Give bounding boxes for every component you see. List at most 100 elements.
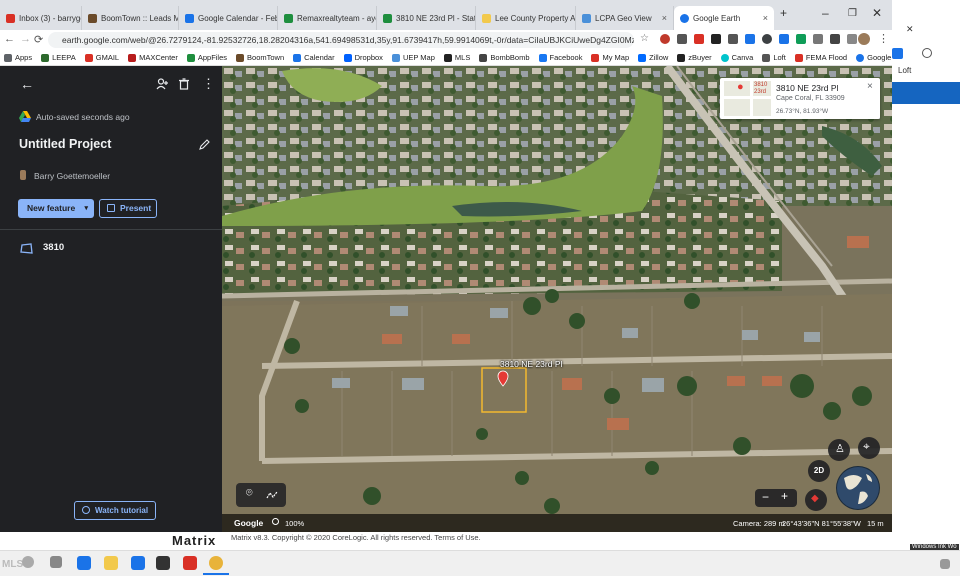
extension-icon[interactable] [728, 34, 738, 44]
play-icon [82, 506, 90, 514]
maximize-button[interactable]: ❐ [848, 8, 857, 19]
bookmark-my-map[interactable]: My Map [591, 53, 629, 62]
background-window: ✕ Loft [892, 18, 960, 548]
feature-item-3810[interactable]: 3810 [0, 238, 222, 260]
add-placemark-icon[interactable]: ⌾ [246, 487, 253, 500]
tab-google-earth[interactable]: Google Earth × [674, 6, 774, 30]
bookmark-bombbomb[interactable]: BombBomb [479, 53, 530, 62]
placemark-label[interactable]: 3810 NE 23rd Pl [500, 359, 562, 369]
zoom-in-button[interactable]: + [781, 489, 788, 503]
compass-button[interactable]: ◆ [805, 489, 827, 511]
extension-icon[interactable] [830, 34, 840, 44]
edit-pencil-icon[interactable] [199, 139, 210, 150]
close-icon[interactable]: × [662, 13, 667, 23]
back-arrow-icon[interactable]: ← [20, 76, 34, 92]
watch-tutorial-button[interactable]: Watch tutorial [74, 501, 156, 520]
bookmark-uep-map[interactable]: UEP Map [391, 53, 435, 62]
forward-arrow-icon[interactable]: → [20, 33, 31, 45]
more-vert-icon[interactable]: ⋮ [878, 32, 889, 45]
bookmark-zillow[interactable]: Zillow [638, 53, 668, 62]
tab-stats[interactable]: 3810 NE 23rd Pl - Stats× [377, 6, 476, 30]
new-tab-button[interactable]: + [780, 6, 787, 20]
tab-boomtown[interactable]: BoomTown :: Leads Ma× [82, 6, 179, 30]
search-icon[interactable] [22, 556, 34, 568]
new-feature-button[interactable]: New feature ▾ [18, 199, 94, 218]
bookmark-fema[interactable]: FEMA Flood [794, 53, 847, 62]
tab-lee-county[interactable]: Lee County Property Ap× [476, 6, 576, 30]
tab-lcpa-geo[interactable]: LCPA Geo View × [576, 6, 674, 30]
reload-icon[interactable]: ⟳ [34, 33, 43, 46]
app-icon[interactable] [156, 556, 170, 570]
aerial-imagery [222, 66, 892, 532]
task-view-icon[interactable] [50, 556, 62, 568]
extension-icon[interactable] [762, 34, 772, 44]
file-explorer-icon[interactable] [104, 556, 118, 570]
extension-icon[interactable] [711, 34, 721, 44]
bookmark-google-earth[interactable]: Google Earth [856, 53, 892, 62]
close-icon[interactable]: × [867, 81, 873, 92]
store-icon[interactable] [131, 556, 145, 570]
bookmark-mls[interactable]: MLS [443, 53, 470, 62]
extension-icon[interactable] [660, 34, 670, 44]
bookmark-dropbox[interactable]: Dropbox [343, 53, 383, 62]
minimize-button[interactable]: – [822, 6, 829, 20]
bookmark-leepa[interactable]: LEEPA [41, 53, 76, 62]
google-drive-icon [19, 111, 31, 122]
tray-icon[interactable] [940, 559, 950, 569]
globe-minimap[interactable] [836, 466, 880, 510]
office-icon[interactable] [183, 556, 197, 570]
bookmark-appfiles[interactable]: AppFiles [186, 53, 227, 62]
map-icon [391, 53, 400, 62]
toggle-2d-button[interactable]: 2D [808, 460, 830, 482]
map-pin-icon: ● [737, 81, 744, 93]
tab-inbox[interactable]: Inbox (3) - barrygoettem× [0, 6, 82, 30]
street-view-pegman[interactable]: ♙ [828, 439, 850, 461]
place-coordinates: 26.73°N, 81.93°W [776, 108, 829, 115]
extension-icon[interactable] [694, 34, 704, 44]
trash-icon[interactable] [179, 78, 189, 90]
project-title[interactable]: Untitled Project [19, 137, 111, 151]
bookmark-boomtown[interactable]: BoomTown [236, 53, 284, 62]
close-window-button[interactable]: ✕ [872, 6, 882, 20]
close-icon[interactable]: ✕ [906, 24, 914, 35]
puzzle-icon[interactable] [847, 34, 857, 44]
tab-remax[interactable]: Remaxrealtyteam - ayc× [278, 6, 377, 30]
bookmark-apps[interactable]: Apps [4, 53, 32, 62]
present-button[interactable]: Present [99, 199, 157, 218]
back-arrow-icon[interactable]: ← [4, 33, 15, 45]
bookmark-calendar[interactable]: Calendar [293, 53, 335, 62]
chrome-icon[interactable] [209, 556, 223, 570]
bookmark-canva[interactable]: Canva [720, 53, 753, 62]
bookmark-facebook[interactable]: Facebook [538, 53, 582, 62]
edge-icon[interactable] [77, 556, 91, 570]
extension-icon[interactable] [677, 34, 687, 44]
add-person-icon[interactable] [156, 78, 169, 90]
close-icon[interactable]: × [763, 13, 768, 23]
extension-icon[interactable] [745, 34, 755, 44]
extension-icon[interactable] [779, 34, 789, 44]
my-location-button[interactable]: ⌖ [858, 437, 880, 459]
avatar[interactable] [858, 33, 870, 45]
bookmark-maxcenter[interactable]: MAXCenter [128, 53, 178, 62]
earth-map-view[interactable]: 3810 NE 23rd Pl ● 3810 23rd 3810 NE 23rd… [222, 66, 892, 532]
extension-icon[interactable] [796, 34, 806, 44]
tab-calendar[interactable]: Google Calendar - Febr× [179, 6, 278, 30]
more-vert-icon[interactable]: ⋮ [202, 76, 215, 92]
draw-path-icon[interactable] [266, 490, 278, 500]
zillow-icon [638, 53, 647, 62]
extension-icon[interactable] [813, 34, 823, 44]
loft-label: Loft [898, 66, 912, 75]
loft-icon [762, 53, 771, 62]
crosshair-icon: ⌖ [863, 439, 870, 453]
place-address: Cape Coral, FL 33909 [776, 95, 845, 102]
zoom-out-button[interactable]: − [762, 490, 769, 504]
boomtown-icon [88, 13, 97, 23]
url-field[interactable]: earth.google.com/web/@26.7279124,-81.925… [48, 32, 634, 48]
bookmark-zbuyer[interactable]: zBuyer [677, 53, 712, 62]
loft-icon [922, 48, 932, 58]
bookmark-gmail[interactable]: GMAIL [84, 53, 119, 62]
star-icon[interactable]: ☆ [640, 33, 649, 44]
zoom-level: 100% [285, 519, 305, 528]
bookmark-loft[interactable]: Loft [762, 53, 786, 62]
place-info-card[interactable]: ● 3810 23rd 3810 NE 23rd Pl Cape Coral, … [720, 78, 880, 119]
